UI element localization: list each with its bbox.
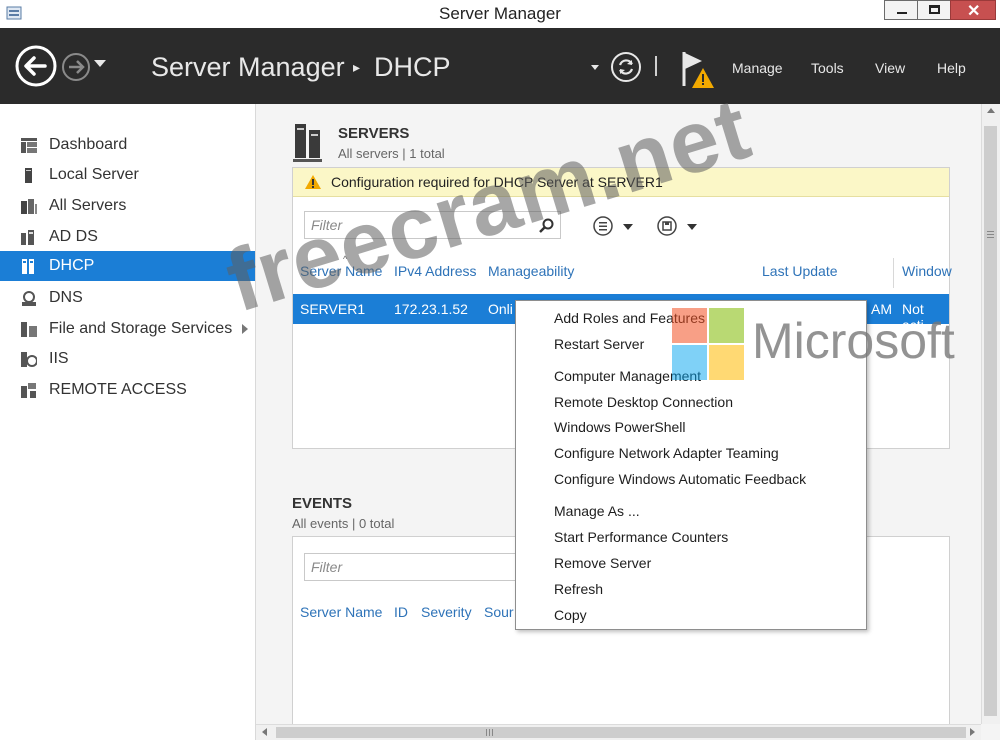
sidebar-item-label: DHCP <box>49 257 95 274</box>
back-button[interactable] <box>14 44 58 88</box>
cell-ipv4: 172.23.1.52 <box>394 301 468 317</box>
list-options-dropdown-icon[interactable] <box>623 224 633 230</box>
sidebar-item-file-and-storage-services[interactable]: File and Storage Services <box>0 314 255 344</box>
sidebar-item-local-server[interactable]: Local Server <box>0 160 255 190</box>
minimize-button[interactable] <box>884 0 918 20</box>
sidebar-item-label: REMOTE ACCESS <box>49 381 187 398</box>
menu-item-start-performance-counters[interactable]: Start Performance Counters <box>554 529 728 545</box>
header-bar: Server Manager ▸ DHCP Manage Tools View … <box>0 28 1000 104</box>
column-header-window[interactable]: Window <box>902 263 952 279</box>
refresh-dropdown-icon[interactable] <box>591 65 599 70</box>
menu-item-windows-powershell[interactable]: Windows PowerShell <box>554 419 686 435</box>
save-query-dropdown-icon[interactable] <box>687 224 697 230</box>
horizontal-scrollbar[interactable] <box>256 724 981 740</box>
help-menu[interactable]: Help <box>937 60 966 76</box>
servers-subheading: All servers | 1 total <box>338 146 445 161</box>
column-header-severity[interactable]: Severity <box>421 604 472 620</box>
header-divider <box>655 56 657 76</box>
manage-menu[interactable]: Manage <box>732 60 783 76</box>
servers-icon <box>21 199 37 214</box>
microsoft-logo <box>672 308 744 380</box>
history-dropdown-icon[interactable] <box>94 60 106 67</box>
sidebar-item-remote-access[interactable]: REMOTE ACCESS <box>0 375 255 405</box>
h-scroll-thumb[interactable] <box>276 727 966 738</box>
scroll-left-icon[interactable] <box>262 728 267 736</box>
maximize-icon <box>929 5 940 14</box>
dns-icon <box>22 291 36 306</box>
menu-item-configure-nic-teaming[interactable]: Configure Network Adapter Teaming <box>554 445 779 461</box>
column-header-manageability[interactable]: Manageability <box>488 263 574 279</box>
sidebar-item-dashboard[interactable]: Dashboard <box>0 130 255 160</box>
menu-item-configure-automatic-feedback[interactable]: Configure Windows Automatic Feedback <box>554 471 806 487</box>
warning-icon <box>305 175 321 189</box>
dhcp-icon <box>22 259 34 274</box>
events-subheading: All events | 0 total <box>292 516 395 531</box>
column-header-source[interactable]: Sour <box>484 604 514 620</box>
minimize-icon <box>897 12 907 14</box>
window-title-bar: Server Manager ✕ <box>0 0 1000 29</box>
tools-menu[interactable]: Tools <box>811 60 844 76</box>
menu-item-manage-as[interactable]: Manage As ... <box>554 503 640 519</box>
column-header-last-update[interactable]: Last Update <box>762 263 838 279</box>
breadcrumb-current: DHCP <box>374 52 451 82</box>
close-icon: ✕ <box>967 3 981 20</box>
remote-access-icon <box>21 383 36 398</box>
menu-item-remove-server[interactable]: Remove Server <box>554 555 651 571</box>
sidebar-item-label: IIS <box>49 350 69 367</box>
vertical-scrollbar[interactable] <box>981 104 1000 724</box>
breadcrumb-separator-icon: ▸ <box>353 59 361 75</box>
refresh-button[interactable] <box>610 51 642 83</box>
window-title: Server Manager <box>439 4 561 23</box>
sidebar-item-dhcp[interactable]: DHCP <box>0 251 255 281</box>
column-header-id[interactable]: ID <box>394 604 408 620</box>
iis-icon <box>21 352 37 367</box>
servers-heading: SERVERS <box>338 125 410 142</box>
sidebar-item-all-servers[interactable]: All Servers <box>0 191 255 221</box>
save-query-icon[interactable] <box>657 216 677 236</box>
close-button[interactable]: ✕ <box>950 0 996 20</box>
column-divider <box>893 258 894 288</box>
dashboard-icon <box>21 138 37 153</box>
menu-item-refresh[interactable]: Refresh <box>554 581 603 597</box>
scroll-thumb[interactable] <box>984 126 997 716</box>
events-heading: EVENTS <box>292 495 353 512</box>
grip-icon <box>486 729 487 736</box>
forward-button[interactable] <box>61 52 91 82</box>
ad-ds-icon <box>21 230 34 245</box>
column-header-server-name[interactable]: Server Name <box>300 604 382 620</box>
view-menu[interactable]: View <box>875 60 905 76</box>
servers-tile-icon <box>293 124 322 162</box>
menu-item-restart-server[interactable]: Restart Server <box>554 336 644 352</box>
scroll-up-icon[interactable] <box>987 108 995 113</box>
sidebar-item-label: DNS <box>49 289 83 306</box>
menu-item-copy[interactable]: Copy <box>554 607 587 623</box>
sidebar-item-label: Local Server <box>49 166 139 183</box>
sidebar-item-label: All Servers <box>49 197 127 214</box>
sidebar-item-label: File and Storage Services <box>49 320 233 337</box>
server-icon <box>25 168 32 183</box>
sidebar-item-label: Dashboard <box>49 136 128 153</box>
file-storage-icon <box>21 322 37 337</box>
cell-manageability: Onli <box>488 301 513 317</box>
sidebar-item-iis[interactable]: IIS <box>0 344 255 374</box>
maximize-button[interactable] <box>917 0 951 20</box>
grip-icon <box>987 231 994 232</box>
filter-placeholder: Filter <box>311 559 343 575</box>
breadcrumb-root[interactable]: Server Manager <box>151 52 345 83</box>
sidebar-item-dns[interactable]: DNS <box>0 283 255 313</box>
sidebar-item-label: AD DS <box>49 228 98 245</box>
sidebar: Dashboard Local Server All Servers AD DS… <box>0 104 256 740</box>
menu-item-remote-desktop-connection[interactable]: Remote Desktop Connection <box>554 394 733 410</box>
microsoft-watermark: Microsoft <box>752 313 955 369</box>
scroll-right-icon[interactable] <box>970 728 975 736</box>
